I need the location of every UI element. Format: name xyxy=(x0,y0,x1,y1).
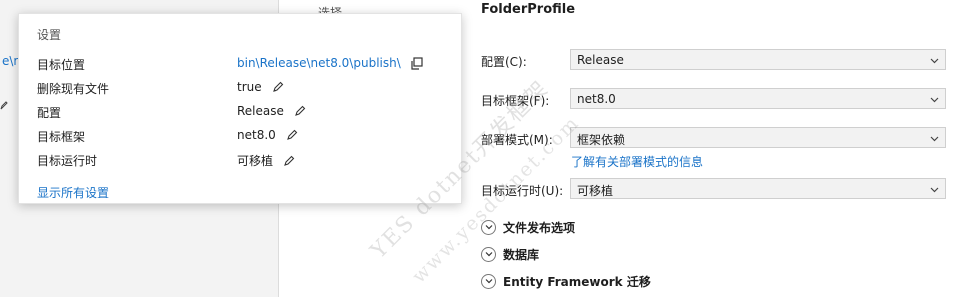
expand-chevron-icon[interactable] xyxy=(481,246,496,262)
section-ef-migrations[interactable]: Entity Framework 迁移 xyxy=(481,272,651,290)
setting-row-target-location: 目标位置 bin\Release\net8.0\publish\ xyxy=(37,56,447,74)
setting-label: 目标运行时 xyxy=(37,154,98,168)
background-pencil-icon xyxy=(0,100,8,113)
configuration-value: Release xyxy=(577,53,624,67)
chevron-down-icon xyxy=(930,132,939,146)
setting-value: 可移植 xyxy=(237,154,274,168)
target-runtime-value: 可移植 xyxy=(577,184,614,198)
setting-label: 配置 xyxy=(37,106,62,120)
setting-row-target-framework: 目标框架 net8.0 xyxy=(37,128,447,146)
background-link-fragment: e\r xyxy=(2,54,19,68)
target-framework-label: 目标框架(F): xyxy=(481,94,550,108)
target-framework-value: net8.0 xyxy=(577,92,616,106)
target-framework-dropdown[interactable]: net8.0 xyxy=(570,88,946,109)
setting-value: net8.0 xyxy=(237,128,276,142)
chevron-down-icon xyxy=(930,93,939,107)
copy-icon[interactable] xyxy=(410,56,424,70)
setting-value: Release xyxy=(237,104,284,118)
pencil-icon[interactable] xyxy=(282,154,296,168)
popup-title: 设置 xyxy=(37,28,62,42)
deployment-mode-info-link[interactable]: 了解有关部署模式的信息 xyxy=(571,153,703,170)
pencil-icon[interactable] xyxy=(271,80,285,94)
setting-value: true xyxy=(237,80,262,94)
pencil-icon[interactable] xyxy=(285,128,299,142)
expand-chevron-icon[interactable] xyxy=(481,219,496,235)
section-label: 数据库 xyxy=(503,247,540,262)
settings-summary-popup: 设置 目标位置 bin\Release\net8.0\publish\ 删除现有… xyxy=(18,13,462,204)
target-runtime-label: 目标运行时(U): xyxy=(481,184,564,198)
pencil-icon[interactable] xyxy=(293,104,307,118)
setting-label: 删除现有文件 xyxy=(37,82,110,96)
configuration-dropdown[interactable]: Release xyxy=(570,49,946,70)
setting-row-target-runtime: 目标运行时 可移植 xyxy=(37,152,447,170)
target-location-link[interactable]: bin\Release\net8.0\publish\ xyxy=(237,56,401,70)
deployment-mode-dropdown[interactable]: 框架依赖 xyxy=(570,127,946,148)
section-label: 文件发布选项 xyxy=(503,220,576,235)
deployment-mode-label: 部署模式(M): xyxy=(481,133,553,147)
setting-label: 目标位置 xyxy=(37,58,86,72)
configuration-label: 配置(C): xyxy=(481,55,527,69)
chevron-down-icon xyxy=(930,54,939,68)
section-database[interactable]: 数据库 xyxy=(481,245,539,263)
section-label: Entity Framework 迁移 xyxy=(503,274,651,289)
show-all-settings-link[interactable]: 显示所有设置 xyxy=(37,184,109,201)
setting-label: 目标框架 xyxy=(37,130,86,144)
setting-row-delete-existing: 删除现有文件 true xyxy=(37,80,447,98)
profile-title: FolderProfile xyxy=(481,2,576,17)
chevron-down-icon xyxy=(930,183,939,197)
deployment-mode-value: 框架依赖 xyxy=(577,133,626,147)
target-runtime-dropdown[interactable]: 可移植 xyxy=(570,178,946,199)
section-file-publish-options[interactable]: 文件发布选项 xyxy=(481,218,575,236)
expand-chevron-icon[interactable] xyxy=(481,273,496,289)
setting-row-configuration: 配置 Release xyxy=(37,104,447,122)
